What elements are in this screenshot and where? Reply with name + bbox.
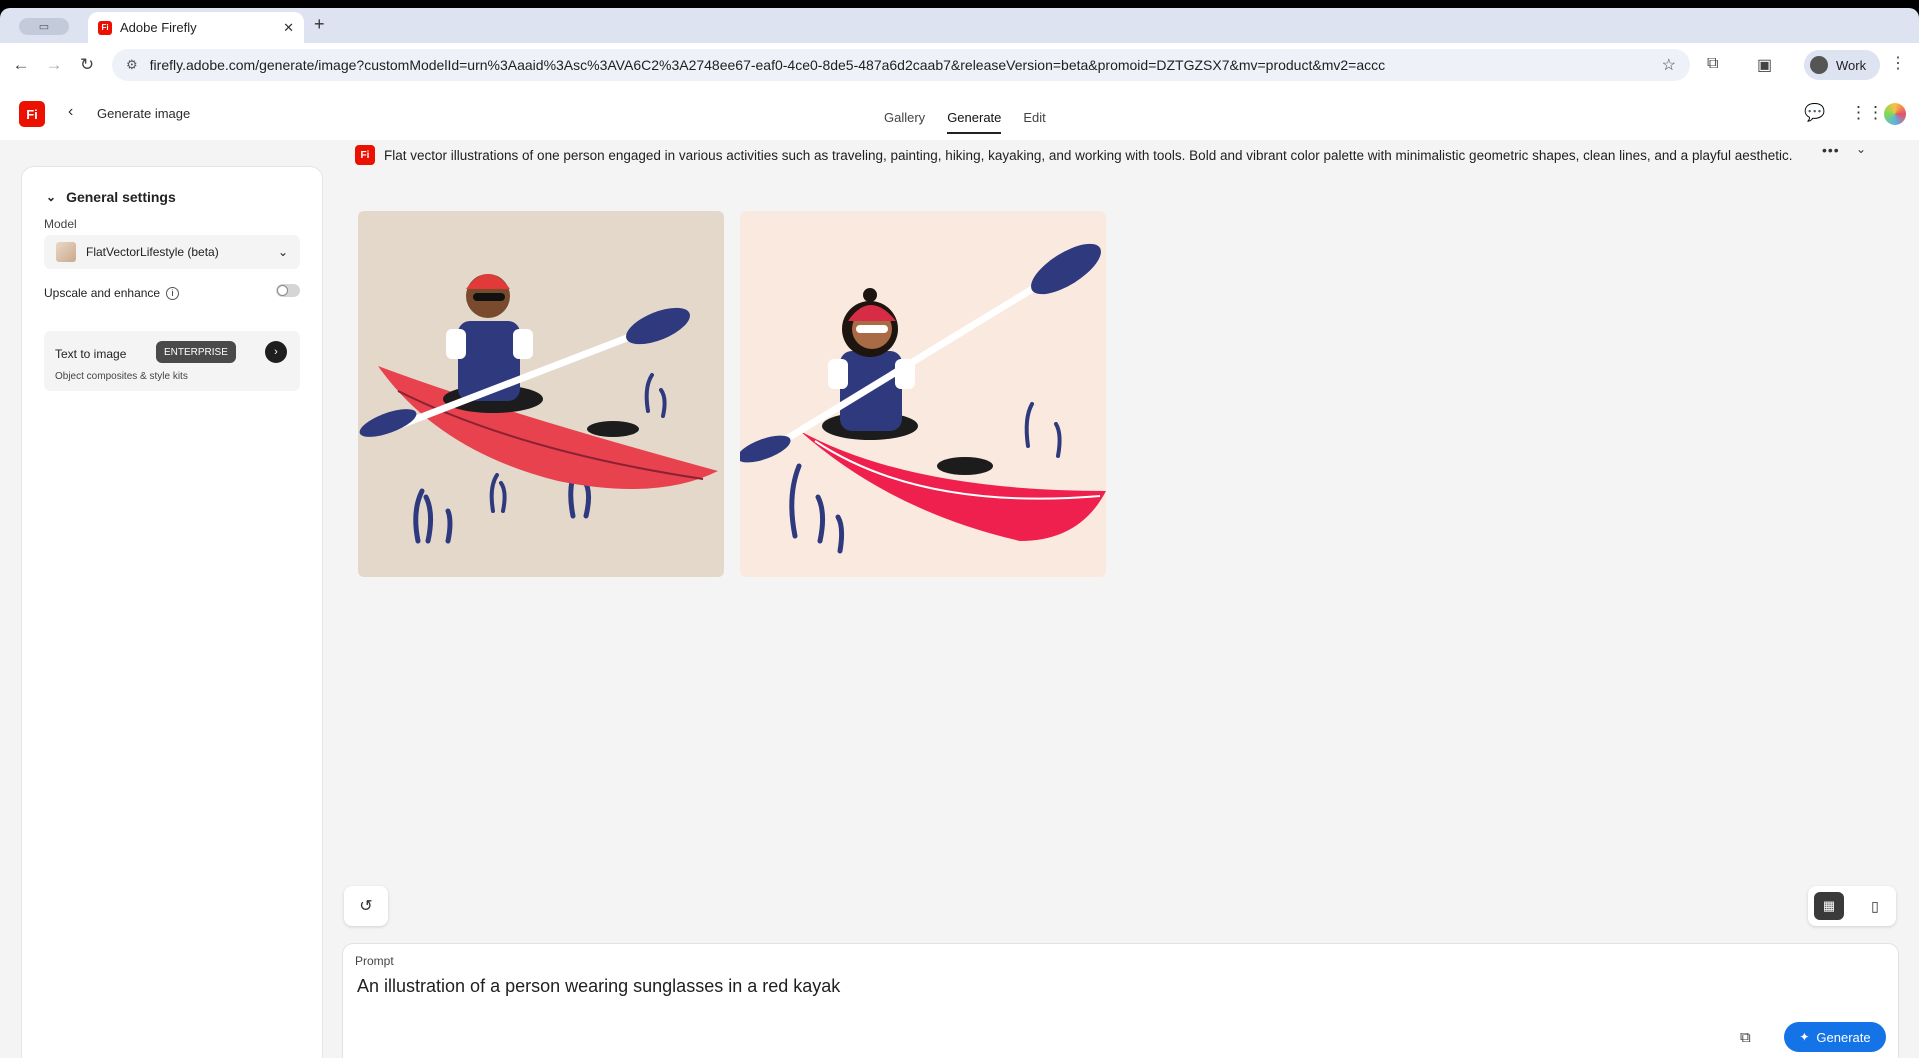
kayak-illustration: [358, 211, 724, 577]
history-icon: ↺: [359, 898, 373, 915]
shirt: [446, 329, 466, 359]
app-header: Fi ‹ Generate image Gallery Generate Edi…: [0, 88, 1919, 140]
firefly-logo[interactable]: Fi: [19, 101, 45, 127]
prompt-input[interactable]: An illustration of a person wearing sung…: [357, 976, 840, 997]
chevron-down-icon[interactable]: ⌄: [1856, 142, 1866, 156]
kayak-hole: [937, 457, 993, 475]
text-to-image-title: Text to image: [55, 347, 127, 361]
settings-panel: ⌄ General settings Model FlatVectorLifes…: [22, 167, 322, 1058]
firefly-small-logo: Fi: [355, 145, 375, 165]
user-avatar[interactable]: [1884, 103, 1906, 125]
generate-button[interactable]: ✦ Generate: [1784, 1022, 1886, 1052]
apps-grid-icon[interactable]: ⋮⋮: [1850, 103, 1884, 123]
address-bar[interactable]: ⚙ firefly.adobe.com/generate/image?custo…: [112, 49, 1690, 81]
model-prompt-line: Fi Flat vector illustrations of one pers…: [355, 145, 1793, 165]
sunglasses: [856, 325, 888, 333]
page-title: Generate image: [97, 106, 191, 121]
sparkle-icon: ✦: [1799, 1030, 1810, 1044]
history-button[interactable]: ↺: [344, 886, 388, 926]
tab-edit[interactable]: Edit: [1023, 110, 1045, 134]
profile-button[interactable]: Work: [1804, 50, 1880, 80]
general-settings-toggle[interactable]: ⌄ General settings: [46, 189, 176, 205]
generated-image-2[interactable]: [740, 211, 1106, 577]
text-to-image-card[interactable]: Text to image ENTERPRISE Object composit…: [44, 331, 300, 391]
tab-search-icon[interactable]: ▣: [1757, 55, 1772, 75]
chevron-down-icon: ⌄: [277, 245, 288, 259]
firefly-favicon-icon: Fi: [98, 20, 112, 35]
kayak-hole: [587, 421, 639, 437]
upscale-row: Upscale and enhance i: [44, 284, 300, 300]
image-reference-icon[interactable]: ⧉: [1740, 1029, 1751, 1046]
enterprise-badge: ENTERPRISE: [156, 341, 236, 363]
grid-view-icon[interactable]: ▦: [1814, 892, 1844, 920]
new-tab-icon[interactable]: +: [314, 14, 325, 35]
model-prompt-text: Flat vector illustrations of one person …: [384, 147, 1793, 163]
back-chevron-icon[interactable]: ‹: [68, 103, 73, 121]
generate-label: Generate: [1816, 1029, 1871, 1045]
firefly-app: Fi ‹ Generate image Gallery Generate Edi…: [0, 88, 1919, 1058]
model-thumbnail: [56, 242, 76, 262]
generated-image-1[interactable]: [358, 211, 724, 577]
more-options-icon[interactable]: •••: [1822, 142, 1840, 158]
browser-tabstrip: ▭ Fi Adobe Firefly ✕ +: [0, 8, 1919, 43]
feedback-chat-icon[interactable]: 💬: [1804, 103, 1825, 123]
tab-close-icon[interactable]: ✕: [283, 20, 294, 36]
back-arrow-icon[interactable]: ←: [10, 55, 32, 75]
prompt-box[interactable]: Prompt An illustration of a person weari…: [343, 944, 1898, 1058]
chevron-down-icon: ⌄: [46, 190, 57, 204]
info-icon[interactable]: i: [166, 286, 180, 300]
browser-menu-icon[interactable]: ⋮: [1890, 53, 1906, 73]
hat-pompom: [863, 288, 877, 302]
model-value: FlatVectorLifestyle (beta): [86, 245, 219, 259]
bookmark-star-icon[interactable]: ☆: [1662, 55, 1676, 75]
chevron-right-icon[interactable]: ›: [265, 341, 287, 363]
single-view-icon[interactable]: ▯: [1860, 892, 1890, 920]
shirt: [828, 359, 848, 389]
upscale-label: Upscale and enhance: [44, 286, 161, 300]
prompt-label: Prompt: [355, 954, 394, 968]
url-text: firefly.adobe.com/generate/image?customM…: [149, 57, 1386, 73]
tab-generate[interactable]: Generate: [947, 110, 1002, 134]
top-nav-tabs: Gallery Generate Edit: [884, 110, 1046, 134]
browser-tab[interactable]: Fi Adobe Firefly ✕: [88, 12, 304, 43]
general-settings-title: General settings: [66, 189, 176, 205]
text-to-image-subtitle: Object composites & style kits: [55, 371, 188, 382]
forward-arrow-icon[interactable]: →: [43, 55, 65, 75]
profile-avatar: [1810, 56, 1828, 74]
upscale-toggle[interactable]: [276, 284, 300, 297]
tab-title: Adobe Firefly: [120, 20, 197, 35]
tab-gallery[interactable]: Gallery: [884, 110, 925, 134]
model-label: Model: [44, 217, 77, 231]
sunglasses: [473, 293, 505, 301]
shirt: [513, 329, 533, 359]
view-toggle: ▦ ▯: [1808, 886, 1896, 926]
browser-toolbar: ← → ↻ ⚙ firefly.adobe.com/generate/image…: [0, 43, 1919, 88]
reload-icon[interactable]: ↻: [76, 55, 98, 75]
extensions-icon[interactable]: ⧉: [1707, 55, 1718, 73]
tab-group-icon[interactable]: ▭: [19, 18, 69, 35]
model-select[interactable]: FlatVectorLifestyle (beta) ⌄: [44, 235, 300, 269]
kayak-illustration: [740, 211, 1106, 577]
site-settings-icon[interactable]: ⚙: [126, 57, 138, 73]
profile-label: Work: [1836, 57, 1867, 73]
